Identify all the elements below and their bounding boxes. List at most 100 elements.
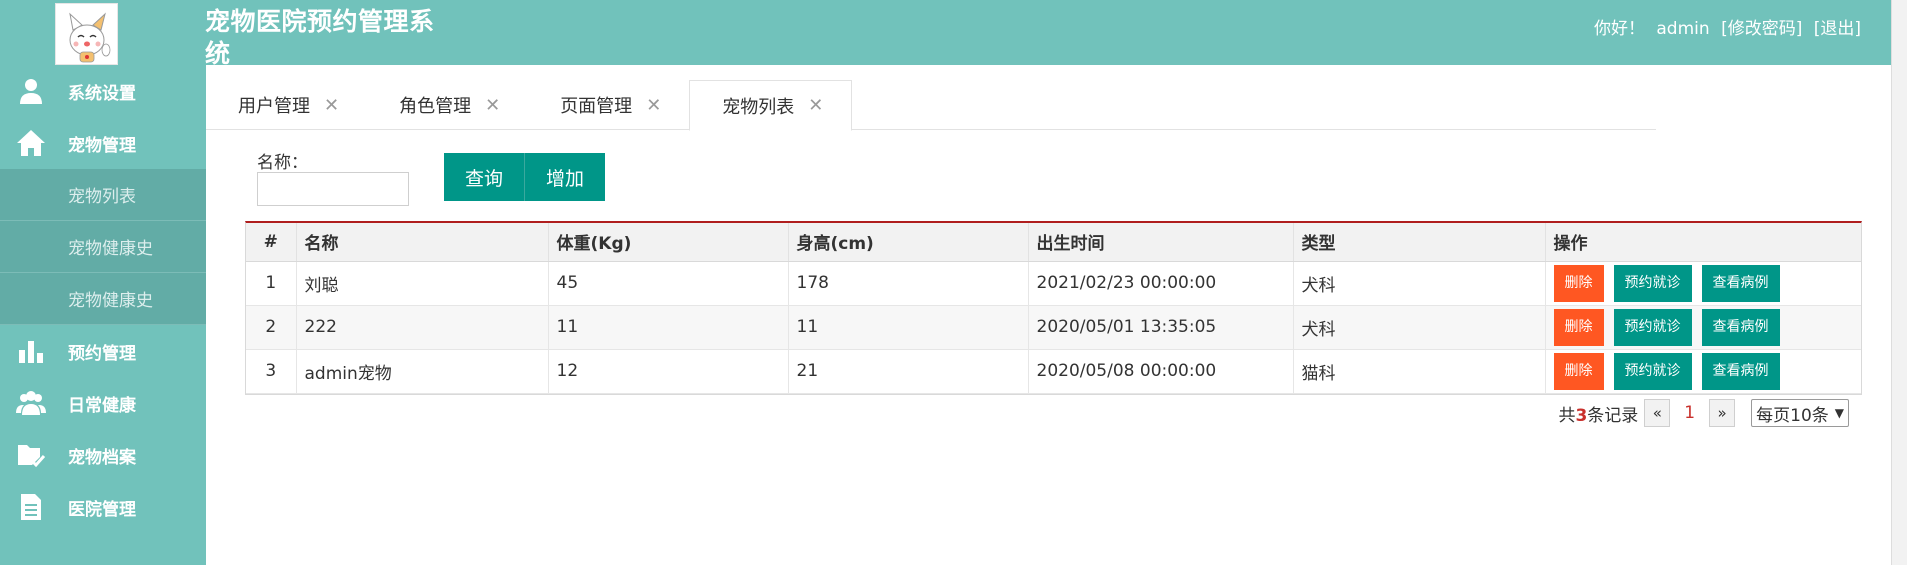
sidebar-item-pet-management[interactable]: 宠物管理	[0, 117, 206, 169]
pet-weight: 12	[548, 349, 789, 394]
pet-name: 222	[296, 305, 549, 350]
pet-type: 犬科	[1293, 261, 1546, 306]
tab-user-management[interactable]: 用户管理 ✕	[206, 80, 367, 130]
view-records-button[interactable]: 查看病例	[1701, 264, 1780, 302]
book-appointment-button[interactable]: 预约就诊	[1613, 308, 1692, 346]
row-actions: 删除 预约就诊 查看病例	[1545, 305, 1861, 350]
sidebar-item-pet-records[interactable]: 宠物档案	[0, 429, 206, 481]
user-area: 你好！ admin [修改密码] [退出]	[1588, 14, 1861, 39]
pet-birth-time: 2021/02/23 00:00:00	[1028, 261, 1294, 306]
column-header: 身高(cm)	[788, 223, 1029, 262]
record-total: 3	[1575, 405, 1588, 426]
document-icon	[14, 492, 48, 522]
scrollbar[interactable]	[1891, 0, 1907, 565]
pet-birth-time: 2020/05/01 13:35:05	[1028, 305, 1294, 350]
pet-table: # 名称 体重(Kg) 身高(cm) 出生时间 类型 操作 1 刘聪 45 17…	[245, 221, 1862, 395]
logo	[55, 3, 118, 65]
pet-weight: 11	[548, 305, 789, 350]
table-row: 1 刘聪 45 178 2021/02/23 00:00:00 犬科 删除 预约就…	[246, 261, 1861, 306]
home-icon	[14, 128, 48, 158]
search-button-group: 查询 增加	[444, 153, 606, 201]
close-icon[interactable]: ✕	[324, 95, 339, 116]
tab-role-management[interactable]: 角色管理 ✕	[367, 80, 528, 130]
column-header: 名称	[296, 223, 549, 262]
sidebar-item-system-settings[interactable]: 系统设置	[0, 65, 206, 117]
pet-type: 犬科	[1293, 305, 1546, 350]
sidebar-subitem-pet-list[interactable]: 宠物列表	[0, 169, 206, 221]
tab-label: 角色管理	[399, 96, 472, 117]
column-header: 出生时间	[1028, 223, 1294, 262]
pet-birth-time: 2020/05/08 00:00:00	[1028, 349, 1294, 394]
delete-button[interactable]: 删除	[1553, 308, 1604, 346]
change-password-link[interactable]: [修改密码]	[1721, 19, 1802, 39]
name-label: 名称：	[257, 153, 308, 173]
pagination: 共3条记录 « 1 » 每页10条 ▼	[1558, 399, 1849, 427]
table-row: 3 admin宠物 12 21 2020/05/08 00:00:00 猫科 删…	[246, 349, 1861, 394]
row-index: 1	[246, 261, 297, 306]
sidebar-subitem-pet-health-history[interactable]: 宠物健康史	[0, 221, 206, 273]
record-count-suffix: 条记录	[1587, 405, 1639, 426]
sidebar-item-daily-health[interactable]: 日常健康	[0, 377, 206, 429]
column-header: 操作	[1545, 223, 1861, 262]
logout-link[interactable]: [退出]	[1814, 19, 1861, 39]
sidebar-subitem-pet-health-history-2[interactable]: 宠物健康史	[0, 273, 206, 325]
bar-chart-icon	[14, 336, 48, 366]
tab-label: 页面管理	[560, 96, 633, 117]
user-icon	[14, 76, 48, 106]
pet-type: 猫科	[1293, 349, 1546, 394]
close-icon[interactable]: ✕	[646, 95, 661, 116]
delete-button[interactable]: 删除	[1553, 264, 1604, 302]
top-header: 宠物医院预约管理系统 你好！ admin [修改密码] [退出]	[0, 0, 1907, 68]
sidebar-item-appointment-management[interactable]: 预约管理	[0, 325, 206, 377]
book-appointment-button[interactable]: 预约就诊	[1613, 264, 1692, 302]
tab-bar: 用户管理 ✕ 角色管理 ✕ 页面管理 ✕ 宠物列表 ✕	[206, 80, 1656, 131]
column-header: #	[246, 223, 297, 262]
sidebar-item-label: 系统设置	[68, 83, 136, 104]
group-icon	[14, 388, 48, 418]
sidebar: 系统设置 宠物管理 宠物列表 宠物健康史 宠物健康史 预约管理 日常健康 宠物档…	[0, 65, 206, 565]
sidebar-item-label: 医院管理	[68, 499, 136, 520]
column-header: 类型	[1293, 223, 1546, 262]
row-index: 2	[246, 305, 297, 350]
chevron-down-icon: ▼	[1834, 406, 1844, 420]
tab-page-management[interactable]: 页面管理 ✕	[528, 80, 689, 130]
username: admin	[1656, 19, 1710, 39]
page-size-value: 每页10条	[1756, 405, 1829, 426]
greeting-text: 你好！	[1593, 19, 1645, 39]
view-records-button[interactable]: 查看病例	[1701, 352, 1780, 390]
prev-page-button[interactable]: «	[1644, 399, 1671, 427]
view-records-button[interactable]: 查看病例	[1701, 308, 1780, 346]
delete-button[interactable]: 删除	[1553, 352, 1604, 390]
book-appointment-button[interactable]: 预约就诊	[1613, 352, 1692, 390]
pet-height: 178	[788, 261, 1029, 306]
next-page-button[interactable]: »	[1709, 399, 1736, 427]
add-button[interactable]: 增加	[524, 153, 606, 201]
cat-logo-icon	[69, 12, 111, 63]
name-search-input[interactable]	[257, 172, 409, 206]
row-index: 3	[246, 349, 297, 394]
current-page[interactable]: 1	[1684, 403, 1695, 423]
pet-height: 11	[788, 305, 1029, 350]
sidebar-item-label: 预约管理	[68, 343, 136, 364]
tab-label: 用户管理	[238, 96, 310, 117]
folder-check-icon	[14, 440, 48, 470]
tab-label: 宠物列表	[722, 96, 795, 118]
close-icon[interactable]: ✕	[808, 95, 823, 116]
record-count-prefix: 共	[1558, 405, 1576, 426]
sidebar-item-hospital-management[interactable]: 医院管理	[0, 481, 206, 533]
page-size-select[interactable]: 每页10条 ▼	[1751, 399, 1849, 427]
sidebar-item-label: 宠物档案	[68, 447, 136, 468]
table-row: 2 222 11 11 2020/05/01 13:35:05 犬科 删除 预约就…	[246, 305, 1861, 350]
record-count: 共3条记录	[1558, 401, 1638, 426]
close-icon[interactable]: ✕	[485, 95, 500, 116]
tab-pet-list[interactable]: 宠物列表 ✕	[689, 80, 853, 131]
query-button[interactable]: 查询	[444, 153, 525, 201]
pet-name: admin宠物	[296, 349, 549, 394]
sidebar-item-label: 宠物管理	[68, 135, 136, 156]
pet-name: 刘聪	[296, 261, 549, 306]
row-actions: 删除 预约就诊 查看病例	[1545, 261, 1861, 306]
row-actions: 删除 预约就诊 查看病例	[1545, 349, 1861, 394]
app-title: 宠物医院预约管理系统	[205, 7, 435, 68]
sidebar-item-label: 日常健康	[68, 395, 136, 416]
column-header: 体重(Kg)	[548, 223, 789, 262]
